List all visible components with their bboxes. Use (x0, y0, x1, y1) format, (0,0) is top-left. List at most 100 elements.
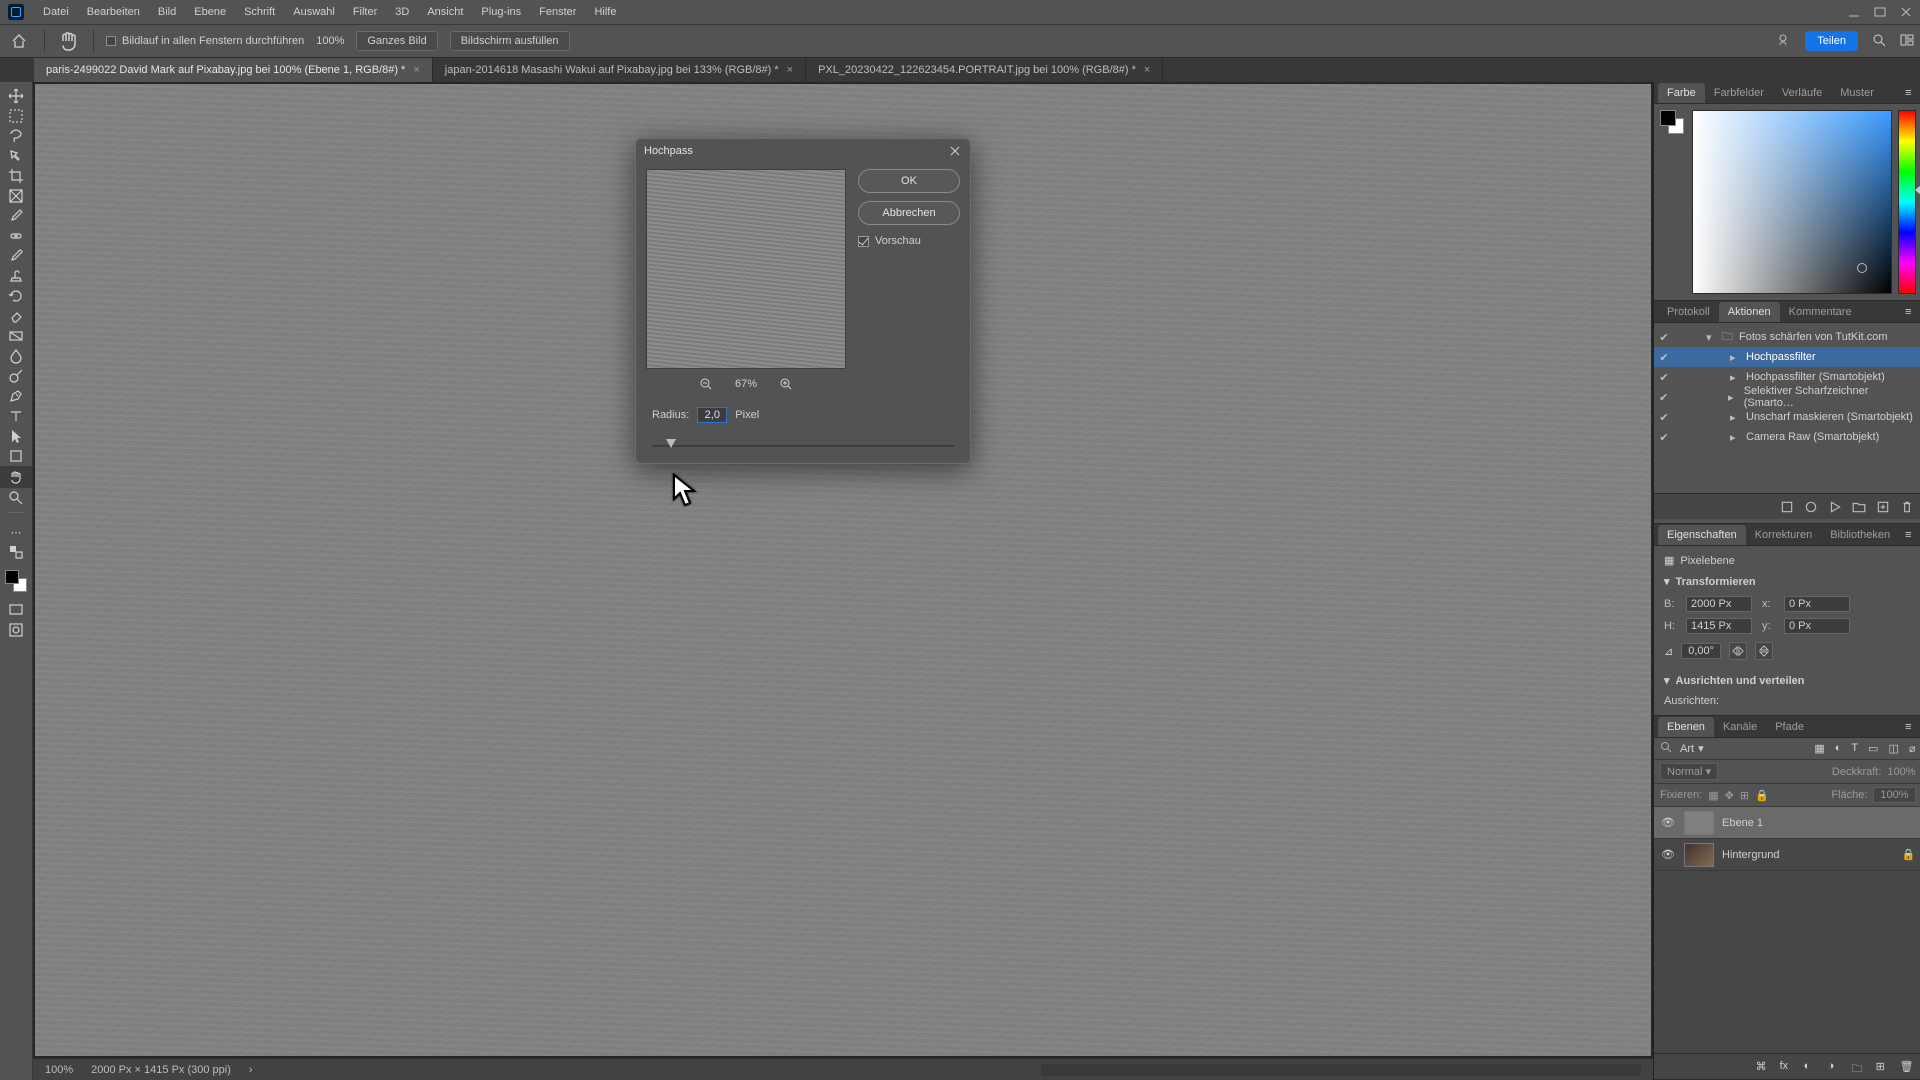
filter-type-icon[interactable]: T (1851, 742, 1858, 755)
fill-screen-button[interactable]: Bildschirm ausfüllen (450, 31, 570, 51)
visibility-toggle-icon[interactable]: 👁 (1660, 816, 1676, 829)
radius-input[interactable]: 2,0 (697, 407, 727, 423)
path-select-tool[interactable] (4, 426, 28, 446)
layer-row[interactable]: 👁 Ebene 1 (1654, 807, 1920, 839)
trash-icon[interactable]: 🗑 (1900, 1060, 1914, 1074)
new-group-icon[interactable]: 🗀 (1852, 1060, 1866, 1074)
move-tool[interactable] (4, 86, 28, 106)
fg-bg-swatch[interactable] (1660, 110, 1686, 294)
share-button[interactable]: Teilen (1805, 31, 1858, 51)
doc-tab-1[interactable]: paris-2499022 David Mark auf Pixabay.jpg… (34, 58, 433, 82)
dialog-titlebar[interactable]: Hochpass (636, 139, 970, 163)
edit-toolbar-icon[interactable]: ⋯ (4, 522, 28, 542)
pen-tool[interactable] (4, 386, 28, 406)
history-brush-tool[interactable] (4, 286, 28, 306)
tab-farbfelder[interactable]: Farbfelder (1705, 83, 1773, 103)
layer-thumbnail[interactable] (1684, 811, 1714, 835)
lock-pixels-icon[interactable]: ▦ (1708, 789, 1718, 802)
panel-menu-icon[interactable]: ≡ (1899, 525, 1917, 545)
trash-icon[interactable] (1900, 500, 1914, 514)
tab-kommentare[interactable]: Kommentare (1780, 302, 1861, 322)
filter-adjustment-icon[interactable]: ◐ (1835, 742, 1842, 755)
new-action-icon[interactable] (1876, 500, 1890, 514)
quick-mask-icon[interactable] (4, 620, 28, 640)
search-icon[interactable] (1660, 741, 1672, 756)
close-icon[interactable]: × (787, 64, 793, 76)
chevron-down-icon[interactable]: ▾ (1664, 674, 1670, 687)
tab-eigenschaften[interactable]: Eigenschaften (1658, 525, 1746, 545)
brush-tool[interactable] (4, 246, 28, 266)
new-layer-icon[interactable]: ⊞ (1876, 1060, 1890, 1074)
horizontal-scrollbar[interactable] (1041, 1064, 1641, 1076)
chevron-right-icon[interactable]: ▸ (1730, 431, 1740, 444)
fit-whole-image-button[interactable]: Ganzes Bild (356, 31, 437, 51)
filter-shape-icon[interactable]: ▭ (1868, 742, 1878, 755)
frame-tool[interactable] (4, 186, 28, 206)
tab-protokoll[interactable]: Protokoll (1658, 302, 1719, 322)
menu-ebene[interactable]: Ebene (185, 2, 235, 22)
layer-name[interactable]: Ebene 1 (1722, 817, 1763, 829)
link-layers-icon[interactable]: ⌘ (1756, 1060, 1770, 1074)
workspace-switcher-icon[interactable] (1900, 33, 1914, 50)
menu-ansicht[interactable]: Ansicht (418, 2, 472, 22)
zoom-value[interactable]: 100% (316, 35, 344, 47)
gradient-tool[interactable] (4, 326, 28, 346)
filter-pixel-icon[interactable]: ▦ (1814, 742, 1824, 755)
action-set-row[interactable]: ✔ ▾ 🗀 Fotos schärfen von TutKit.com (1654, 327, 1920, 347)
visibility-toggle-icon[interactable]: ✔ (1654, 331, 1674, 344)
quick-select-tool[interactable] (4, 146, 28, 166)
crop-tool[interactable] (4, 166, 28, 186)
radius-slider[interactable] (652, 445, 954, 447)
menu-hilfe[interactable]: Hilfe (585, 2, 625, 22)
screen-mode-icon[interactable] (4, 600, 28, 620)
type-tool[interactable] (4, 406, 28, 426)
hue-slider[interactable] (1898, 110, 1916, 294)
menu-datei[interactable]: Datei (34, 2, 78, 22)
close-icon[interactable] (948, 144, 962, 158)
layer-style-icon[interactable]: fx (1780, 1060, 1794, 1074)
close-icon[interactable]: × (1144, 64, 1150, 76)
adjustment-layer-icon[interactable]: ◑ (1828, 1060, 1842, 1074)
color-field[interactable] (1692, 110, 1892, 294)
chevron-right-icon[interactable]: › (249, 1064, 253, 1076)
lock-all-icon[interactable]: 🔒 (1755, 789, 1769, 802)
action-row[interactable]: ✔▸Unscharf maskieren (Smartobjekt) (1654, 407, 1920, 427)
stop-icon[interactable] (1780, 500, 1794, 514)
layer-mask-icon[interactable]: ◐ (1804, 1060, 1818, 1074)
chevron-right-icon[interactable]: ▸ (1730, 411, 1740, 424)
color-mode-icon[interactable] (4, 542, 28, 562)
lock-position-icon[interactable]: ✥ (1725, 789, 1734, 802)
menu-3d[interactable]: 3D (386, 2, 418, 22)
width-input[interactable]: 2000 Px (1686, 596, 1752, 612)
zoom-out-icon[interactable] (699, 377, 713, 391)
layer-filter-kind[interactable]: Art ▾ (1680, 742, 1704, 755)
opacity-input[interactable]: 100% (1887, 766, 1915, 778)
visibility-toggle-icon[interactable]: ✔ (1654, 351, 1674, 364)
y-input[interactable]: 0 Px (1784, 618, 1850, 634)
tab-pfade[interactable]: Pfade (1766, 717, 1813, 737)
blend-mode-select[interactable]: Normal ▾ (1660, 763, 1718, 780)
close-icon[interactable]: × (413, 64, 419, 76)
layer-thumbnail[interactable] (1684, 843, 1714, 867)
chevron-right-icon[interactable]: ▸ (1730, 351, 1740, 364)
chevron-down-icon[interactable]: ▾ (1706, 331, 1716, 344)
menu-bild[interactable]: Bild (149, 2, 185, 22)
doc-tab-3[interactable]: PXL_20230422_122623454.PORTRAIT.jpg bei … (806, 58, 1163, 82)
panel-menu-icon[interactable]: ≡ (1899, 717, 1917, 737)
visibility-toggle-icon[interactable]: 👁 (1660, 848, 1676, 861)
filter-preview[interactable] (646, 169, 846, 369)
tab-bibliotheken[interactable]: Bibliotheken (1821, 525, 1899, 545)
maximize-icon[interactable] (1874, 6, 1886, 18)
panel-menu-icon[interactable]: ≡ (1899, 83, 1917, 103)
cloud-status-icon[interactable] (1775, 32, 1791, 51)
flip-vertical-icon[interactable] (1755, 642, 1773, 660)
fill-input[interactable]: 100% (1873, 787, 1915, 803)
menu-fenster[interactable]: Fenster (530, 2, 585, 22)
minimize-icon[interactable] (1848, 6, 1860, 18)
layer-row[interactable]: 👁 Hintergrund 🔒 (1654, 839, 1920, 871)
panel-menu-icon[interactable]: ≡ (1899, 302, 1917, 322)
status-zoom[interactable]: 100% (45, 1064, 73, 1076)
chevron-down-icon[interactable]: ▾ (1664, 575, 1670, 588)
tab-muster[interactable]: Muster (1831, 83, 1883, 103)
visibility-toggle-icon[interactable]: ✔ (1654, 371, 1674, 384)
